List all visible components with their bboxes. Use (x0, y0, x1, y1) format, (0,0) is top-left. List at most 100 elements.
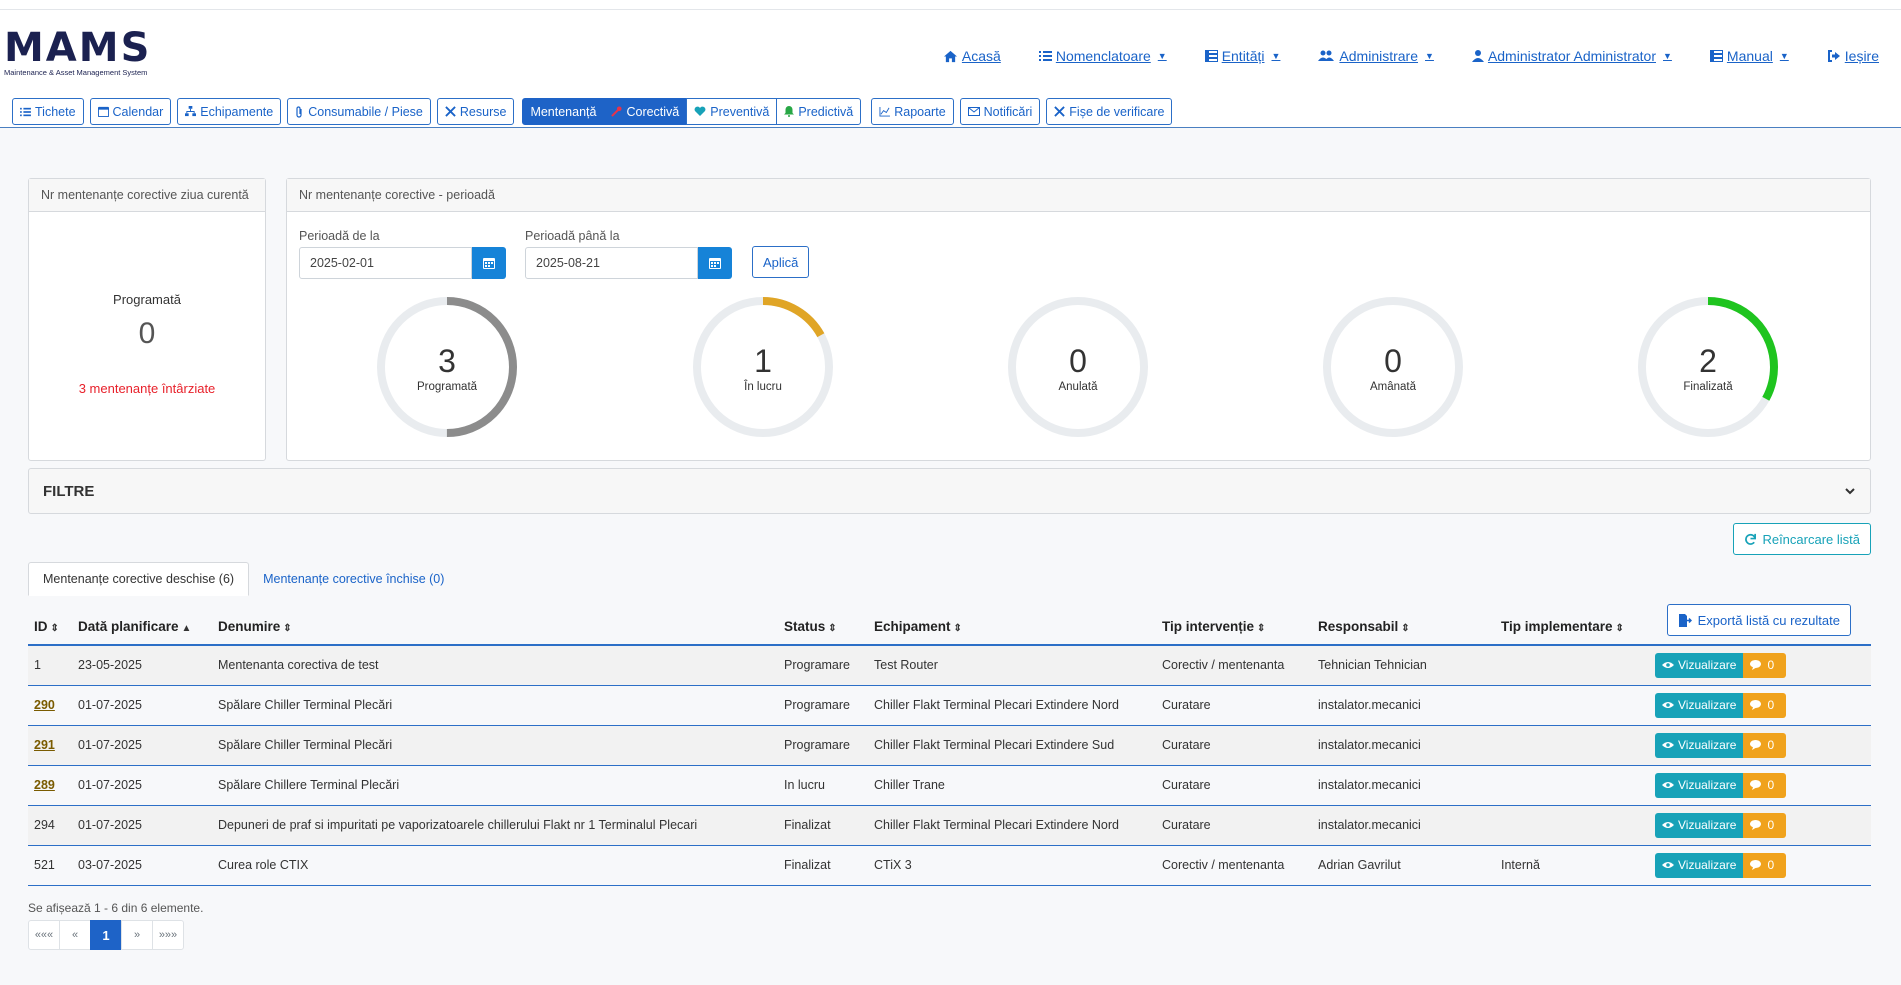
cell-implementation-type (1495, 765, 1649, 806)
page-current-button[interactable]: 1 (90, 920, 122, 950)
gauge-programata: 3 Programată (375, 295, 519, 439)
comments-button[interactable]: 0 (1743, 772, 1787, 798)
eye-icon (1662, 702, 1674, 708)
view-button[interactable]: Vizualizare (1655, 772, 1744, 798)
mentenanta-button[interactable]: Mentenanță (522, 98, 605, 125)
tab-closed-maintenance[interactable]: Mentenanțe corective închise (0) (249, 562, 458, 596)
sort-icon: ⇕ (50, 623, 59, 634)
nav-administrare-label: Administrare (1339, 48, 1419, 64)
comment-icon (1750, 780, 1762, 790)
col-equipment[interactable]: Echipament ⇕ (868, 609, 1156, 646)
tab-open-maintenance[interactable]: Mentenanțe corective deschise (6) (28, 562, 250, 596)
calendar-button[interactable]: Calendar (89, 98, 172, 125)
preventiva-button[interactable]: Preventivă (686, 98, 778, 125)
tichete-button[interactable]: Tichete (12, 98, 84, 125)
echipamente-button[interactable]: Echipamente (177, 98, 282, 125)
chevron-down-icon: ▼ (1425, 51, 1434, 61)
filters-panel-toggle[interactable]: FILTRE (28, 468, 1871, 514)
consumabile-label: Consumabile / Piese (308, 104, 423, 119)
col-id[interactable]: ID ⇕ (28, 609, 72, 646)
date-to-calendar-button[interactable] (698, 247, 732, 279)
gauge-finalizata-value: 2 (1699, 343, 1717, 379)
date-from-calendar-button[interactable] (472, 247, 506, 279)
comments-button[interactable]: 0 (1743, 652, 1787, 678)
cell-equipment: Chiller Flakt Terminal Plecari Extindere… (868, 725, 1156, 766)
pagination-summary: Se afișează 1 - 6 din 6 elemente. (28, 901, 204, 915)
col-responsible[interactable]: Responsabil ⇕ (1312, 609, 1495, 646)
page-first-button[interactable]: ««« (28, 920, 60, 950)
apply-button[interactable]: Aplică (752, 246, 810, 278)
calendar-icon (709, 258, 721, 269)
nav-nomenclatoare[interactable]: Nomenclatoare ▼ (1038, 48, 1167, 64)
col-implementation-type[interactable]: Tip implementare ⇕ (1495, 609, 1649, 646)
cell-date: 01-07-2025 (72, 725, 212, 766)
gauge-programata-value: 3 (438, 343, 456, 379)
gauge-finalizata-label: Finalizată (1683, 381, 1733, 393)
view-button-label: Vizualizare (1678, 778, 1737, 792)
calendar-icon (97, 106, 109, 117)
corectiva-button[interactable]: Corectivă (603, 98, 688, 125)
col-intervention-type[interactable]: Tip intervenție ⇕ (1156, 609, 1312, 646)
calendar-label: Calendar (112, 104, 164, 119)
page-last-button[interactable]: »»» (152, 920, 184, 950)
nav-user-menu[interactable]: Administrator Administrator ▼ (1471, 48, 1672, 64)
comments-button[interactable]: 0 (1743, 692, 1787, 718)
nav-entitati[interactable]: Entități ▼ (1204, 48, 1280, 64)
book-list-icon (1709, 50, 1723, 62)
date-to-label: Perioadă până la (525, 229, 620, 243)
nav-iesire[interactable]: Ieșire (1827, 48, 1879, 64)
cell-date: 03-07-2025 (72, 845, 212, 886)
chevron-down-icon: ▼ (1663, 51, 1672, 61)
view-button[interactable]: Vizualizare (1655, 732, 1744, 758)
page-next-button[interactable]: » (121, 920, 153, 950)
predictiva-button[interactable]: Predictivă (776, 98, 862, 125)
comment-icon (1750, 860, 1762, 870)
list-icon (1038, 51, 1052, 61)
cell-id[interactable]: 290 (28, 685, 72, 726)
notificari-button[interactable]: Notificări (959, 98, 1041, 125)
cell-actions: Vizualizare 0 (1649, 645, 1871, 686)
rapoarte-button[interactable]: Rapoarte (871, 98, 954, 125)
sort-icon: ⇕ (283, 623, 292, 634)
table-row: 290 01-07-2025 Spălare Chiller Terminal Pl… (28, 685, 1871, 726)
comments-button[interactable]: 0 (1743, 812, 1787, 838)
eye-icon (1662, 742, 1674, 748)
cell-equipment: CTiX 3 (868, 845, 1156, 886)
comments-button[interactable]: 0 (1743, 732, 1787, 758)
cell-name: Depuneri de praf si impuritati pe vapori… (212, 805, 778, 846)
cell-date: 23-05-2025 (72, 645, 212, 686)
nav-administrare[interactable]: Administrare ▼ (1318, 48, 1434, 64)
consumabile-button[interactable]: Consumabile / Piese (287, 98, 431, 125)
cell-intervention-type: Curatare (1156, 725, 1312, 766)
cell-status: Programare (778, 645, 868, 686)
page-prev-button[interactable]: « (59, 920, 91, 950)
date-to-input[interactable]: 2025-08-21 (525, 247, 698, 279)
view-button[interactable]: Vizualizare (1655, 692, 1744, 718)
col-status[interactable]: Status ⇕ (778, 609, 868, 646)
cell-equipment: Test Router (868, 645, 1156, 686)
bell-icon (784, 106, 795, 117)
cell-implementation-type (1495, 645, 1649, 686)
nav-acasa[interactable]: Acasă (943, 48, 1001, 64)
logo[interactable]: MAMS Maintenance & Asset Management Syst… (4, 28, 151, 77)
view-button-label: Vizualizare (1678, 818, 1737, 832)
col-name[interactable]: Denumire ⇕ (212, 609, 778, 646)
cell-status: Finalizat (778, 845, 868, 886)
view-button[interactable]: Vizualizare (1655, 852, 1744, 878)
cell-id[interactable]: 291 (28, 725, 72, 766)
view-button[interactable]: Vizualizare (1655, 652, 1744, 678)
date-from-input[interactable]: 2025-02-01 (299, 247, 472, 279)
nav-manual[interactable]: Manual ▼ (1709, 48, 1789, 64)
resurse-button[interactable]: Resurse (436, 98, 515, 125)
cell-id[interactable]: 289 (28, 765, 72, 806)
cell-equipment: Chiller Flakt Terminal Plecari Extindere… (868, 805, 1156, 846)
view-button[interactable]: Vizualizare (1655, 812, 1744, 838)
reload-list-button[interactable]: Reîncarcare listă (1733, 523, 1871, 555)
cell-date: 01-07-2025 (72, 805, 212, 846)
fise-verificare-button[interactable]: Fișe de verificare (1046, 98, 1173, 125)
col-date[interactable]: Dată planificare ▲ (72, 609, 212, 646)
gauge-amanata: 0 Amânată (1321, 295, 1465, 439)
comments-button[interactable]: 0 (1743, 852, 1787, 878)
maintenance-table: ID ⇕ Dată planificare ▲ Denumire ⇕ Status ⇕ … (28, 609, 1871, 886)
pagination: ««« « 1 » »»» (28, 920, 184, 950)
